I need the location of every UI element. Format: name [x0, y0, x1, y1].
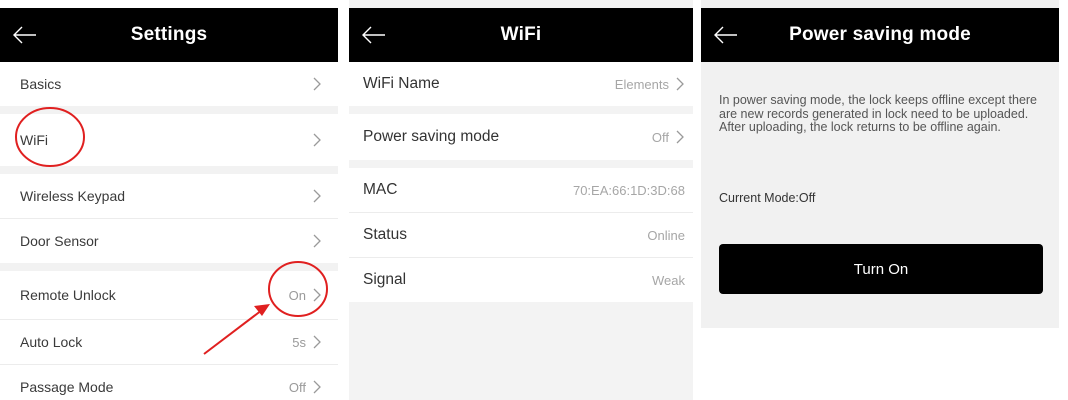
- row-label: Signal: [363, 271, 407, 288]
- row-label: Basics: [20, 76, 62, 92]
- section-divider: [349, 106, 693, 114]
- chevron-right-icon: [312, 188, 322, 204]
- section-divider: [0, 106, 338, 114]
- back-arrow-icon[interactable]: [10, 18, 40, 52]
- chevron-right-icon: [312, 379, 322, 395]
- settings-row-remote-unlock[interactable]: Remote Unlock On: [0, 271, 338, 320]
- row-label: Door Sensor: [20, 233, 99, 249]
- row-value: Off: [288, 379, 306, 395]
- row-label: Passage Mode: [20, 379, 114, 395]
- row-value: 70:EA:66:1D:3D:68: [572, 182, 685, 198]
- settings-screen: Settings Basics WiFi Wireless Keypad Doo…: [0, 0, 338, 400]
- row-value: 5s: [292, 334, 306, 350]
- row-label: Power saving mode: [363, 128, 500, 145]
- row-label: Remote Unlock: [20, 287, 116, 303]
- settings-row-wifi[interactable]: WiFi: [0, 114, 338, 166]
- row-value: Online: [647, 227, 685, 243]
- wifi-row-mac: MAC 70:EA:66:1D:3D:68: [349, 168, 693, 213]
- page-title: Settings: [130, 24, 208, 45]
- power-saving-description: In power saving mode, the lock keeps off…: [719, 93, 1038, 134]
- chevron-right-icon: [675, 76, 685, 92]
- back-arrow-icon[interactable]: [359, 18, 389, 52]
- chevron-right-icon: [312, 233, 322, 249]
- blank-area: [701, 328, 1059, 400]
- chevron-right-icon: [312, 132, 322, 148]
- row-label: Wireless Keypad: [20, 188, 126, 204]
- row-label: WiFi Name: [363, 75, 440, 92]
- wifi-row-status: Status Online: [349, 213, 693, 258]
- wifi-screen: WiFi WiFi Name Elements Power saving mod…: [349, 0, 693, 400]
- section-divider: [0, 263, 338, 271]
- settings-header: Settings: [0, 8, 338, 62]
- wifi-header: WiFi: [349, 8, 693, 62]
- row-label: Auto Lock: [20, 334, 83, 350]
- current-mode-text: Current Mode:Off: [719, 191, 816, 205]
- settings-row-passage-mode[interactable]: Passage Mode Off: [0, 365, 338, 400]
- wifi-row-name[interactable]: WiFi Name Elements: [349, 62, 693, 106]
- chevron-right-icon: [312, 76, 322, 92]
- chevron-right-icon: [675, 129, 685, 145]
- settings-row-door-sensor[interactable]: Door Sensor: [0, 219, 338, 263]
- turn-on-button[interactable]: Turn On: [719, 244, 1043, 294]
- wifi-row-power-saving-mode[interactable]: Power saving mode Off: [349, 114, 693, 160]
- page-title: WiFi: [500, 24, 542, 45]
- power-saving-content: In power saving mode, the lock keeps off…: [701, 62, 1059, 328]
- settings-row-auto-lock[interactable]: Auto Lock 5s: [0, 320, 338, 365]
- section-divider: [349, 160, 693, 168]
- power-saving-header: Power saving mode: [701, 8, 1059, 62]
- power-saving-screen: Power saving mode In power saving mode, …: [701, 0, 1059, 400]
- row-value: On: [288, 287, 306, 303]
- section-divider: [0, 166, 338, 174]
- row-label: MAC: [363, 181, 398, 198]
- settings-list: Basics WiFi Wireless Keypad Door Sensor …: [0, 62, 338, 400]
- chevron-right-icon: [312, 287, 322, 303]
- row-label: WiFi: [20, 132, 48, 148]
- chevron-right-icon: [312, 334, 322, 350]
- row-value: Off: [651, 129, 669, 145]
- page-title: Power saving mode: [789, 24, 971, 45]
- row-label: Status: [363, 226, 407, 243]
- wifi-list: WiFi Name Elements Power saving mode Off…: [349, 62, 693, 302]
- row-value: Weak: [652, 272, 685, 288]
- settings-row-basics[interactable]: Basics: [0, 62, 338, 106]
- wifi-row-signal: Signal Weak: [349, 258, 693, 302]
- settings-row-wireless-keypad[interactable]: Wireless Keypad: [0, 174, 338, 219]
- back-arrow-icon[interactable]: [711, 18, 741, 52]
- row-value: Elements: [614, 76, 669, 92]
